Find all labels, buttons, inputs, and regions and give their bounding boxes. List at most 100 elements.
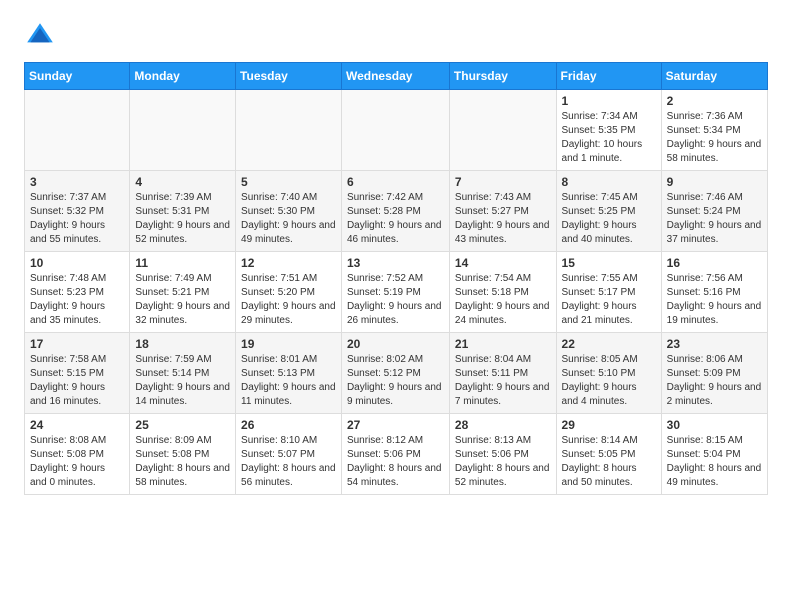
weekday-thursday: Thursday xyxy=(449,63,556,90)
day-number: 12 xyxy=(241,256,336,270)
day-cell: 13 Sunrise: 7:52 AM Sunset: 5:19 PM Dayli… xyxy=(341,252,449,333)
day-number: 16 xyxy=(667,256,762,270)
day-cell: 20 Sunrise: 8:02 AM Sunset: 5:12 PM Dayli… xyxy=(341,333,449,414)
day-cell xyxy=(25,90,130,171)
weekday-sunday: Sunday xyxy=(25,63,130,90)
day-number: 2 xyxy=(667,94,762,108)
day-cell: 16 Sunrise: 7:56 AM Sunset: 5:16 PM Dayli… xyxy=(661,252,767,333)
day-number: 15 xyxy=(562,256,656,270)
day-info: Sunrise: 7:59 AM Sunset: 5:14 PM Dayligh… xyxy=(135,353,230,409)
day-cell: 5 Sunrise: 7:40 AM Sunset: 5:30 PM Daylig… xyxy=(236,171,342,252)
day-number: 14 xyxy=(455,256,551,270)
week-row-3: 10 Sunrise: 7:48 AM Sunset: 5:23 PM Dayli… xyxy=(25,252,768,333)
day-number: 7 xyxy=(455,175,551,189)
day-cell: 10 Sunrise: 7:48 AM Sunset: 5:23 PM Dayli… xyxy=(25,252,130,333)
day-info: Sunrise: 7:36 AM Sunset: 5:34 PM Dayligh… xyxy=(667,110,762,166)
day-info: Sunrise: 7:55 AM Sunset: 5:17 PM Dayligh… xyxy=(562,272,656,328)
day-number: 25 xyxy=(135,418,230,432)
day-info: Sunrise: 8:04 AM Sunset: 5:11 PM Dayligh… xyxy=(455,353,551,409)
day-info: Sunrise: 7:34 AM Sunset: 5:35 PM Dayligh… xyxy=(562,110,656,166)
day-number: 30 xyxy=(667,418,762,432)
day-info: Sunrise: 7:40 AM Sunset: 5:30 PM Dayligh… xyxy=(241,191,336,247)
day-cell xyxy=(341,90,449,171)
day-cell: 30 Sunrise: 8:15 AM Sunset: 5:04 PM Dayli… xyxy=(661,414,767,495)
week-row-4: 17 Sunrise: 7:58 AM Sunset: 5:15 PM Dayli… xyxy=(25,333,768,414)
day-cell: 25 Sunrise: 8:09 AM Sunset: 5:08 PM Dayli… xyxy=(130,414,236,495)
day-info: Sunrise: 7:56 AM Sunset: 5:16 PM Dayligh… xyxy=(667,272,762,328)
day-cell: 24Sunrise: 8:08 AM Sunset: 5:08 PM Dayli… xyxy=(25,414,130,495)
day-info: Sunrise: 8:05 AM Sunset: 5:10 PM Dayligh… xyxy=(562,353,656,409)
day-number: 28 xyxy=(455,418,551,432)
day-info: Sunrise: 7:51 AM Sunset: 5:20 PM Dayligh… xyxy=(241,272,336,328)
day-info: Sunrise: 7:45 AM Sunset: 5:25 PM Dayligh… xyxy=(562,191,656,247)
day-cell: 4 Sunrise: 7:39 AM Sunset: 5:31 PM Daylig… xyxy=(130,171,236,252)
day-cell: 22 Sunrise: 8:05 AM Sunset: 5:10 PM Dayli… xyxy=(556,333,661,414)
day-cell: 8 Sunrise: 7:45 AM Sunset: 5:25 PM Daylig… xyxy=(556,171,661,252)
day-info: Sunrise: 7:39 AM Sunset: 5:31 PM Dayligh… xyxy=(135,191,230,247)
day-number: 23 xyxy=(667,337,762,351)
day-cell: 1Sunrise: 7:34 AM Sunset: 5:35 PM Daylig… xyxy=(556,90,661,171)
day-cell: 27Sunrise: 8:12 AM Sunset: 5:06 PM Dayli… xyxy=(341,414,449,495)
day-number: 4 xyxy=(135,175,230,189)
day-number: 29 xyxy=(562,418,656,432)
week-row-5: 24Sunrise: 8:08 AM Sunset: 5:08 PM Dayli… xyxy=(25,414,768,495)
day-number: 10 xyxy=(30,256,124,270)
day-info: Sunrise: 8:09 AM Sunset: 5:08 PM Dayligh… xyxy=(135,434,230,490)
weekday-wednesday: Wednesday xyxy=(341,63,449,90)
day-info: Sunrise: 7:52 AM Sunset: 5:19 PM Dayligh… xyxy=(347,272,444,328)
day-info: Sunrise: 7:58 AM Sunset: 5:15 PM Dayligh… xyxy=(30,353,124,409)
day-number: 13 xyxy=(347,256,444,270)
page: SundayMondayTuesdayWednesdayThursdayFrid… xyxy=(0,0,792,515)
day-number: 8 xyxy=(562,175,656,189)
day-info: Sunrise: 8:10 AM Sunset: 5:07 PM Dayligh… xyxy=(241,434,336,490)
day-cell: 18 Sunrise: 7:59 AM Sunset: 5:14 PM Dayli… xyxy=(130,333,236,414)
header xyxy=(24,20,768,52)
day-info: Sunrise: 7:37 AM Sunset: 5:32 PM Dayligh… xyxy=(30,191,124,247)
weekday-tuesday: Tuesday xyxy=(236,63,342,90)
day-info: Sunrise: 7:54 AM Sunset: 5:18 PM Dayligh… xyxy=(455,272,551,328)
calendar-table: SundayMondayTuesdayWednesdayThursdayFrid… xyxy=(24,62,768,495)
weekday-friday: Friday xyxy=(556,63,661,90)
day-number: 3 xyxy=(30,175,124,189)
day-info: Sunrise: 8:13 AM Sunset: 5:06 PM Dayligh… xyxy=(455,434,551,490)
day-number: 20 xyxy=(347,337,444,351)
day-info: Sunrise: 8:01 AM Sunset: 5:13 PM Dayligh… xyxy=(241,353,336,409)
day-cell: 23 Sunrise: 8:06 AM Sunset: 5:09 PM Dayli… xyxy=(661,333,767,414)
weekday-monday: Monday xyxy=(130,63,236,90)
day-cell: 12 Sunrise: 7:51 AM Sunset: 5:20 PM Dayli… xyxy=(236,252,342,333)
weekday-header-row: SundayMondayTuesdayWednesdayThursdayFrid… xyxy=(25,63,768,90)
day-info: Sunrise: 8:06 AM Sunset: 5:09 PM Dayligh… xyxy=(667,353,762,409)
logo-icon xyxy=(24,20,56,52)
day-number: 22 xyxy=(562,337,656,351)
day-cell: 11Sunrise: 7:49 AM Sunset: 5:21 PM Dayli… xyxy=(130,252,236,333)
day-number: 11 xyxy=(135,256,230,270)
week-row-1: 1Sunrise: 7:34 AM Sunset: 5:35 PM Daylig… xyxy=(25,90,768,171)
logo xyxy=(24,20,60,52)
day-info: Sunrise: 8:15 AM Sunset: 5:04 PM Dayligh… xyxy=(667,434,762,490)
day-info: Sunrise: 7:42 AM Sunset: 5:28 PM Dayligh… xyxy=(347,191,444,247)
day-number: 17 xyxy=(30,337,124,351)
day-number: 5 xyxy=(241,175,336,189)
day-number: 6 xyxy=(347,175,444,189)
day-cell: 26Sunrise: 8:10 AM Sunset: 5:07 PM Dayli… xyxy=(236,414,342,495)
day-info: Sunrise: 7:48 AM Sunset: 5:23 PM Dayligh… xyxy=(30,272,124,328)
day-info: Sunrise: 8:14 AM Sunset: 5:05 PM Dayligh… xyxy=(562,434,656,490)
weekday-saturday: Saturday xyxy=(661,63,767,90)
week-row-2: 3 Sunrise: 7:37 AM Sunset: 5:32 PM Daylig… xyxy=(25,171,768,252)
day-cell: 6 Sunrise: 7:42 AM Sunset: 5:28 PM Daylig… xyxy=(341,171,449,252)
day-info: Sunrise: 7:46 AM Sunset: 5:24 PM Dayligh… xyxy=(667,191,762,247)
day-number: 18 xyxy=(135,337,230,351)
day-info: Sunrise: 8:02 AM Sunset: 5:12 PM Dayligh… xyxy=(347,353,444,409)
day-cell: 2 Sunrise: 7:36 AM Sunset: 5:34 PM Daylig… xyxy=(661,90,767,171)
day-number: 19 xyxy=(241,337,336,351)
day-cell xyxy=(449,90,556,171)
day-cell: 19 Sunrise: 8:01 AM Sunset: 5:13 PM Dayli… xyxy=(236,333,342,414)
day-number: 24 xyxy=(30,418,124,432)
day-cell: 17 Sunrise: 7:58 AM Sunset: 5:15 PM Dayli… xyxy=(25,333,130,414)
day-number: 9 xyxy=(667,175,762,189)
day-number: 21 xyxy=(455,337,551,351)
day-cell xyxy=(236,90,342,171)
day-cell: 3 Sunrise: 7:37 AM Sunset: 5:32 PM Daylig… xyxy=(25,171,130,252)
day-cell: 7Sunrise: 7:43 AM Sunset: 5:27 PM Daylig… xyxy=(449,171,556,252)
day-cell: 29 Sunrise: 8:14 AM Sunset: 5:05 PM Dayli… xyxy=(556,414,661,495)
